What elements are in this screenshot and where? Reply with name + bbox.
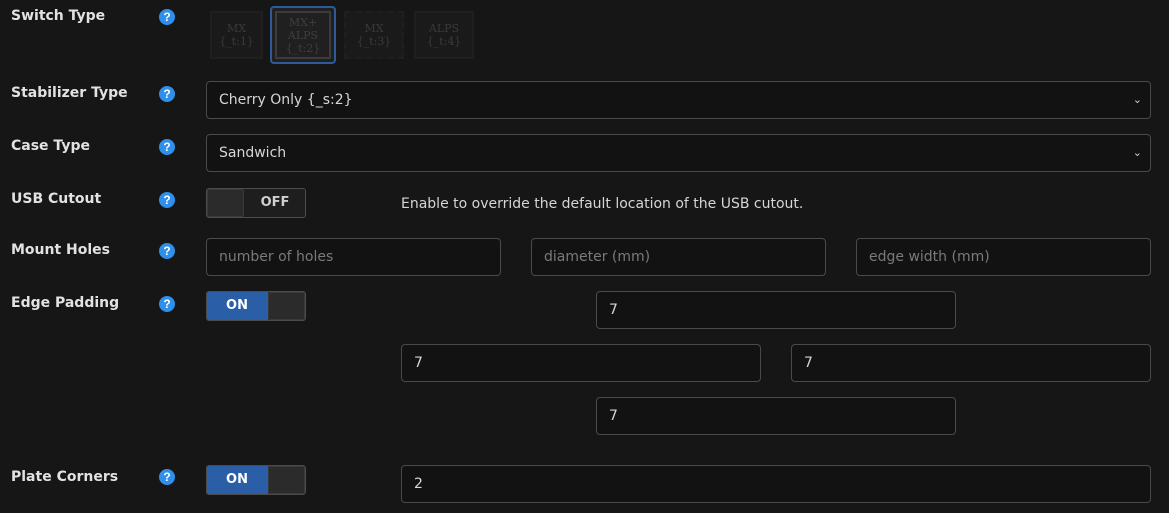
stabilizer-type-value: Cherry Only {_s:2} [219, 92, 353, 108]
switch-option-name: MX+ [288, 15, 318, 29]
usb-cutout-label: USB Cutout [11, 191, 102, 207]
stabilizer-type-select[interactable]: Cherry Only {_s:2} ⌄ [206, 81, 1151, 119]
plate-corners-help-icon[interactable]: ? [159, 469, 175, 485]
stabilizer-type-help-icon[interactable]: ? [159, 86, 175, 102]
mount-holes-diameter-input[interactable] [531, 238, 826, 276]
mount-holes-help-icon[interactable]: ? [159, 243, 175, 259]
switch-option-alps[interactable]: ALPS {_t:4} [414, 11, 474, 59]
edge-padding-right-input[interactable] [791, 344, 1151, 382]
plate-corners-label: Plate Corners [11, 469, 119, 485]
switch-option-name: MX [364, 22, 384, 35]
case-type-label: Case Type [11, 138, 90, 154]
toggle-state: ON [226, 472, 248, 487]
usb-cutout-note: Enable to override the default location … [401, 196, 804, 212]
switch-option-code: {_t:1} [219, 35, 254, 48]
switch-option-name-2: ALPS [287, 28, 319, 42]
edge-padding-top-input[interactable] [596, 291, 956, 329]
switch-option-code: {_t:4} [426, 35, 462, 48]
case-type-help-icon[interactable]: ? [159, 139, 175, 155]
stabilizer-type-label: Stabilizer Type [11, 85, 128, 101]
chevron-down-icon: ⌄ [1132, 146, 1142, 159]
mount-holes-label: Mount Holes [11, 242, 111, 258]
switch-option-mx-alt[interactable]: MX {_t:3} [344, 11, 404, 59]
switch-option-name: ALPS [428, 22, 460, 35]
plate-corners-radius-input[interactable] [401, 465, 1151, 503]
toggle-knob [207, 189, 244, 217]
switch-option-code: {_t:3} [356, 35, 392, 48]
mount-holes-edge-width-input[interactable] [856, 238, 1151, 276]
toggle-state: ON [226, 298, 248, 313]
toggle-knob [268, 466, 305, 494]
switch-option-mx-alps[interactable]: MX+ ALPS {_t:2} [270, 6, 336, 64]
switch-option-code: {_t:2} [285, 41, 321, 55]
toggle-state: OFF [260, 195, 290, 210]
case-type-select[interactable]: Sandwich ⌄ [206, 134, 1151, 172]
switch-option-mx[interactable]: MX {_t:1} [210, 11, 263, 59]
switch-type-label: Switch Type [11, 8, 106, 24]
switch-type-help-icon[interactable]: ? [159, 9, 175, 25]
toggle-knob [268, 292, 305, 320]
switch-option-name: MX [226, 22, 247, 35]
edge-padding-label: Edge Padding [11, 295, 120, 311]
usb-cutout-help-icon[interactable]: ? [159, 192, 175, 208]
edge-padding-help-icon[interactable]: ? [159, 296, 175, 312]
case-type-value: Sandwich [219, 145, 287, 161]
mount-holes-count-input[interactable] [206, 238, 501, 276]
plate-corners-toggle[interactable]: ON [206, 465, 306, 495]
chevron-down-icon: ⌄ [1132, 93, 1142, 106]
edge-padding-toggle[interactable]: ON [206, 291, 306, 321]
usb-cutout-toggle[interactable]: OFF [206, 188, 306, 218]
edge-padding-bottom-input[interactable] [596, 397, 956, 435]
edge-padding-left-input[interactable] [401, 344, 761, 382]
